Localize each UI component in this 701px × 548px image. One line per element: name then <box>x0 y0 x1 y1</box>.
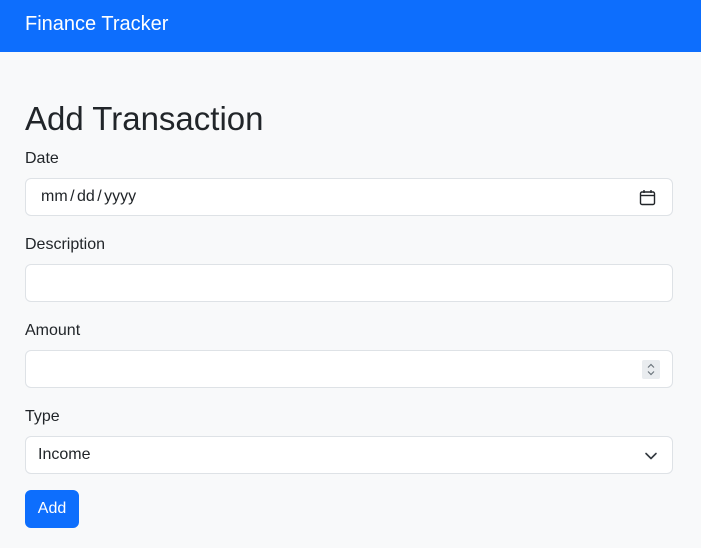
date-label: Date <box>25 150 59 167</box>
amount-label: Amount <box>25 322 81 339</box>
description-label: Description <box>25 236 106 253</box>
navbar: Finance Tracker <box>0 0 701 52</box>
page-title: Add Transaction <box>25 100 264 137</box>
calendar-icon[interactable] <box>639 189 656 206</box>
chevron-down-icon <box>644 449 658 463</box>
navbar-brand[interactable]: Finance Tracker <box>25 12 168 36</box>
description-input[interactable] <box>25 264 673 302</box>
type-selected-value: Income <box>38 446 91 463</box>
add-button[interactable]: Add <box>25 490 79 528</box>
spinner-icon[interactable] <box>642 360 660 379</box>
type-select[interactable]: Income <box>25 436 673 474</box>
amount-input[interactable] <box>25 350 673 388</box>
date-placeholder: mm / dd / yyyy <box>41 188 137 205</box>
date-input[interactable]: mm / dd / yyyy <box>25 178 673 216</box>
type-label: Type <box>25 408 60 425</box>
